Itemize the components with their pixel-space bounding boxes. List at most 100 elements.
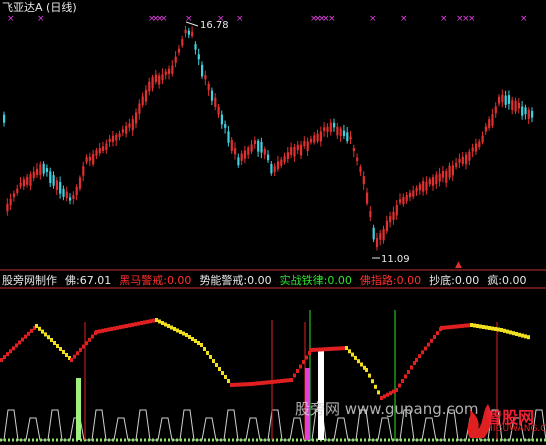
indicator-line-dot: [209, 355, 212, 359]
candle-body: [148, 81, 151, 92]
indicator-label: 佛指路:: [359, 274, 397, 287]
indicator-label: 实战铁律:: [279, 274, 328, 287]
candle-body: [92, 153, 95, 165]
indicator-line-dot: [110, 327, 113, 331]
indicator-line-dot: [392, 389, 395, 394]
indicator-line-dot: [368, 373, 371, 378]
indicator-line-dot: [152, 318, 155, 323]
indicator-line-dot: [9, 349, 12, 354]
indicator-line-dot: [143, 320, 146, 325]
candle-body: [121, 129, 124, 133]
candle-body: [445, 171, 448, 183]
indicator-item: 佛指路:0.00: [360, 274, 421, 287]
indicator-line-dot: [24, 334, 27, 339]
indicator-line-dot: [88, 337, 91, 342]
signal-marker-icon: ×: [468, 14, 476, 24]
indicator-item: 实战铁律:0.00: [280, 274, 352, 287]
indicator-line-dot: [461, 323, 464, 328]
candle-body: [111, 135, 115, 142]
indicator-line-dot: [395, 388, 398, 392]
candle-body: [9, 198, 12, 206]
candle-body: [441, 170, 445, 178]
candle-body: [432, 177, 435, 186]
indicator-line-dot: [410, 365, 413, 370]
candle-body: [158, 75, 161, 85]
volume-bar: [76, 378, 81, 440]
candle-body: [481, 135, 484, 143]
candle-body: [181, 39, 184, 46]
signal-marker-icon: ×: [328, 14, 336, 24]
candle-body: [415, 187, 418, 192]
candle-body: [283, 156, 286, 163]
candle-body: [425, 181, 428, 191]
candle-body: [356, 157, 359, 161]
indicator-line-dot: [518, 332, 521, 337]
candle-body: [29, 174, 32, 187]
indicator-line-dot: [176, 328, 179, 333]
signal-marker-icon: ×: [160, 14, 168, 24]
indicator-line-dot: [485, 325, 488, 330]
candle-body: [154, 74, 157, 82]
indicator-line-dot: [233, 382, 236, 387]
indicator-value: 0.00: [327, 274, 352, 287]
indicator-line-dot: [328, 346, 331, 351]
candle-body: [323, 127, 326, 132]
candle-body: [3, 114, 6, 123]
signal-marker-icon: ×: [369, 14, 377, 24]
candle-body: [313, 135, 316, 143]
indicator-line-dot: [167, 324, 170, 328]
candle-body: [359, 166, 362, 173]
signal-marker-icon: ×: [7, 14, 15, 24]
candle-body: [227, 131, 230, 143]
candle-body: [214, 97, 217, 107]
indicator-item: 势能警戒:0.00: [199, 274, 271, 287]
candle-body: [237, 157, 240, 166]
indicator-line-dot: [227, 379, 230, 383]
indicator-line-dot: [85, 341, 88, 346]
candle-body: [184, 29, 187, 34]
candle-body: [141, 96, 144, 106]
candle-body: [105, 143, 108, 151]
candle-body: [329, 122, 332, 132]
indicator-line-dot: [467, 323, 470, 328]
candle-body: [389, 216, 392, 223]
indicator-item: 疯:0.00: [487, 274, 526, 287]
candle-body: [171, 65, 174, 74]
candle-body: [382, 228, 385, 241]
indicator-line-dot: [98, 329, 101, 334]
candle-body: [128, 123, 131, 128]
indicator-line-dot: [377, 390, 380, 395]
indicator-line-dot: [158, 319, 161, 324]
candle-body: [45, 168, 49, 172]
indicator-line-dot: [286, 378, 289, 383]
indicator-line-dot: [458, 324, 461, 329]
candle-body: [524, 107, 527, 115]
indicator-line-dot: [527, 335, 530, 340]
indicator-line-dot: [146, 319, 149, 324]
candle-body: [164, 71, 167, 75]
candle-body: [59, 181, 62, 194]
candle-body: [135, 112, 138, 124]
indicator-line-dot: [374, 384, 377, 389]
indicator-line-dot: [53, 341, 56, 345]
candle-body: [19, 182, 22, 187]
indicator-line-dot: [464, 323, 467, 328]
candle-body: [326, 126, 329, 132]
indicator-line-dot: [277, 379, 280, 384]
candle-body: [210, 90, 214, 101]
indicator-line-dot: [173, 327, 176, 331]
indicator-line-dot: [30, 328, 33, 333]
indicator-line-dot: [155, 318, 158, 322]
candle-body: [465, 154, 468, 165]
candle-body: [32, 171, 35, 178]
candle-body: [531, 110, 534, 118]
indicator-line-dot: [128, 323, 131, 328]
chart-canvas[interactable]: × × ×××× × × × ××××× × × × ××× × ▲: [0, 0, 546, 445]
indicator-line-dot: [280, 379, 283, 383]
candle-body: [224, 124, 227, 128]
candle-body: [243, 150, 247, 159]
candle-body: [177, 48, 181, 53]
candle-body: [280, 159, 283, 166]
candle-body: [471, 147, 474, 152]
candle-body: [138, 103, 141, 114]
